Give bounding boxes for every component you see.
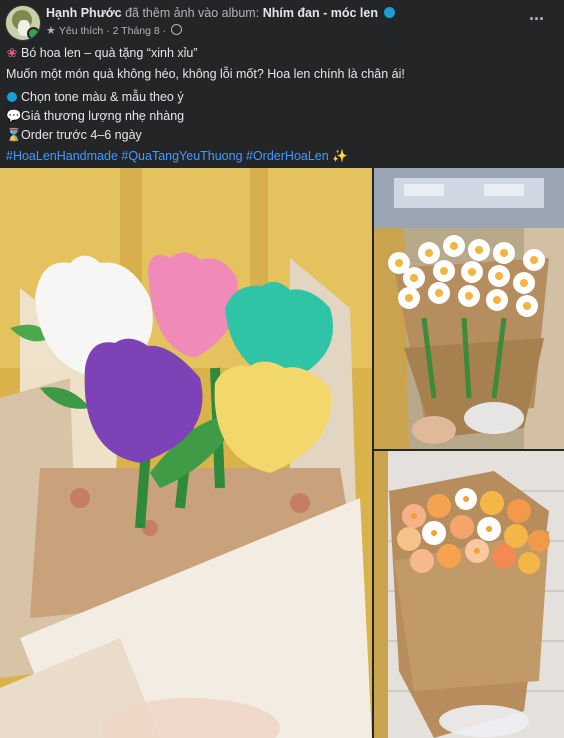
action-text: đã thêm ảnh vào album:: [125, 6, 260, 20]
bullet-1-text: Chọn tone màu & mẫu theo ý: [21, 90, 184, 104]
blue-dot-icon: [7, 92, 17, 102]
hashtags-line: #HoaLenHandmade #QuaTangYeuThuong #Order…: [6, 147, 558, 166]
post-body: ❀ Bó hoa len – quà tặng “xinh xỉu” Muốn m…: [6, 44, 558, 166]
post-meta: ★ Yêu thích · 2 Tháng 8 ·: [46, 24, 183, 37]
meta-separator: ·: [106, 25, 110, 37]
speech-bubble-icon: 💬: [6, 109, 22, 123]
author-avatar[interactable]: [5, 5, 41, 41]
bullet-1: Chọn tone màu & mẫu theo ý: [6, 88, 558, 107]
header-title: Hạnh Phước đã thêm ảnh vào album: Nhím đ…: [46, 6, 396, 20]
bullet-2-text: Giá thương lượng nhẹ nhàng: [21, 109, 185, 123]
hourglass-icon: ⌛: [6, 128, 22, 142]
tulip-bouquet-photo[interactable]: [0, 168, 372, 738]
bullet-3-text: Order trước 4–6 ngày: [21, 128, 142, 142]
sparkle-icon: ✨: [332, 149, 348, 163]
globe-badge-icon: [384, 7, 396, 18]
bullet-2: 💬Giá thương lượng nhẹ nhàng: [6, 107, 558, 126]
tulip-emoji-icon: ❀: [6, 46, 18, 60]
pastel-flower-bouquet-photo[interactable]: [374, 451, 564, 738]
more-horizontal-icon[interactable]: ···: [529, 9, 545, 30]
post-tagline: Muốn một món quà không héo, không lỗi mố…: [6, 67, 405, 81]
photo-grid: [0, 168, 564, 738]
daisy-bouquet-photo[interactable]: [374, 168, 564, 449]
hashtags[interactable]: #HoaLenHandmade #QuaTangYeuThuong #Order…: [6, 149, 329, 163]
meta-separator-2: ·: [162, 25, 167, 37]
album-name[interactable]: Nhím đan - móc len: [263, 6, 378, 20]
post-date[interactable]: 2 Tháng 8: [113, 25, 160, 37]
post-title: Bó hoa len – quà tặng “xinh xỉu”: [21, 46, 198, 60]
star-icon: ★: [46, 25, 56, 37]
public-globe-icon: [171, 24, 183, 35]
bullet-3: ⌛Order trước 4–6 ngày: [6, 126, 558, 145]
post-title-line: ❀ Bó hoa len – quà tặng “xinh xỉu”: [6, 44, 558, 63]
relationship-label: Yêu thích: [58, 25, 104, 37]
author-name[interactable]: Hạnh Phước: [46, 6, 122, 20]
post-header: Hạnh Phước đã thêm ảnh vào album: Nhím đ…: [0, 0, 564, 44]
